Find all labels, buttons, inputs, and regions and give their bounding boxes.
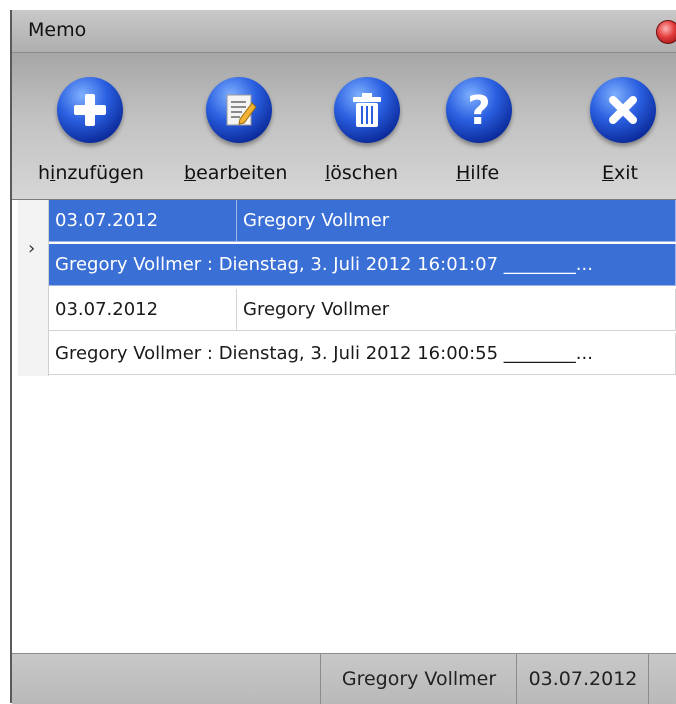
window-title: Memo (28, 19, 87, 41)
add-button[interactable]: hinzufügen (34, 53, 154, 199)
svg-text:?: ? (467, 88, 490, 132)
help-button[interactable]: ? Hilfe (442, 53, 532, 199)
edit-button[interactable]: bearbeiten (182, 53, 302, 199)
help-button-label: Hilfe (456, 162, 500, 184)
record-text-cell[interactable]: Gregory Vollmer : Dienstag, 3. Juli 2012… (49, 244, 676, 286)
current-row-indicator-icon: › (28, 238, 36, 259)
record-author-cell[interactable]: Gregory Vollmer (237, 289, 676, 331)
toolbar: hinzufügen bearbeiten löschen ? Hilfe Ex… (12, 53, 676, 200)
row-header-column: › (18, 200, 49, 376)
record-date-cell[interactable]: 03.07.2012 (49, 289, 237, 331)
memo-window: Memo hinzufügen bearbeiten löschen ? Hil… (10, 10, 676, 704)
exit-button-label: Exit (602, 162, 638, 184)
window-close-dot-icon[interactable] (656, 20, 676, 44)
edit-button-label: bearbeiten (184, 162, 288, 184)
add-icon (57, 77, 123, 143)
memo-record[interactable]: 03.07.2012 Gregory Vollmer Gregory Vollm… (49, 289, 676, 377)
title-bar: Memo (12, 10, 676, 53)
record-date-cell[interactable]: 03.07.2012 (49, 200, 237, 242)
status-bar: Gregory Vollmer 03.07.2012 (12, 653, 676, 704)
help-icon: ? (446, 77, 512, 143)
status-grip (648, 654, 676, 704)
delete-button[interactable]: löschen (322, 53, 422, 199)
memo-grid: › 03.07.2012 Gregory Vollmer Gregory Vol… (18, 200, 676, 653)
edit-note-icon (206, 77, 272, 143)
status-user: Gregory Vollmer (320, 654, 517, 704)
close-icon (590, 77, 656, 143)
memo-record-selected[interactable]: 03.07.2012 Gregory Vollmer Gregory Vollm… (49, 200, 676, 288)
record-author-cell[interactable]: Gregory Vollmer (237, 200, 676, 242)
add-button-label: hinzufügen (38, 162, 144, 184)
exit-button[interactable]: Exit (584, 53, 674, 199)
status-date: 03.07.2012 (516, 654, 649, 704)
status-segment-empty (12, 654, 320, 704)
trash-icon (334, 77, 400, 143)
delete-button-label: löschen (325, 162, 399, 184)
record-text-cell[interactable]: Gregory Vollmer : Dienstag, 3. Juli 2012… (49, 333, 676, 375)
